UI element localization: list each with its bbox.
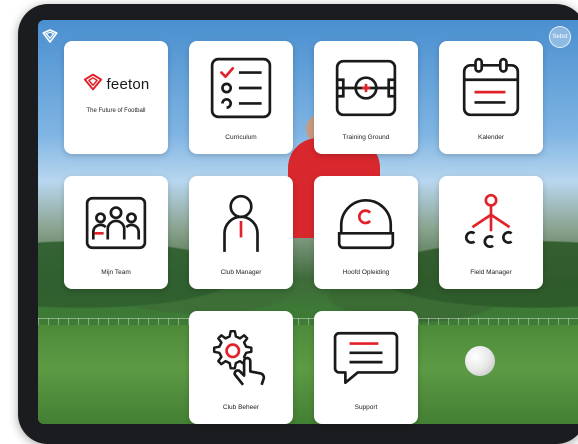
tile-mijn-team[interactable]: Mijn Team (64, 176, 168, 289)
hierarchy-icon (456, 188, 526, 258)
tile-label: Curriculum (225, 134, 257, 141)
tile-label: Support (354, 404, 378, 411)
tile-kalender[interactable]: Kalender (439, 41, 543, 154)
tile-field-manager[interactable]: Field Manager (439, 176, 543, 289)
training-ground-icon (331, 53, 401, 123)
tile-club-manager[interactable]: Club Manager (189, 176, 293, 289)
tile-label: Mijn Team (101, 269, 131, 276)
team-icon (81, 188, 151, 258)
brand-name: feeton (106, 76, 150, 93)
tile-label: Club Beheer (222, 404, 260, 411)
tile-label: Club Manager (220, 269, 262, 276)
chat-icon (331, 323, 401, 393)
feeton-logo-icon[interactable] (41, 27, 59, 45)
brand-tile: feeton The Future of Football (64, 41, 168, 154)
tile-label: Hoofd Opleiding (342, 269, 390, 276)
tile-label: Kalender (477, 134, 505, 141)
background-ball-icon (465, 346, 495, 376)
calendar-icon (456, 53, 526, 123)
user-avatar-badge[interactable]: Sebst (549, 26, 571, 48)
feeton-brand-icon (83, 73, 103, 96)
tile-label: Training Ground (342, 134, 390, 141)
tile-label: Field Manager (470, 269, 512, 276)
tile-hoofd-opleiding[interactable]: Hoofd Opleiding (314, 176, 418, 289)
tile-curriculum[interactable]: Curriculum (189, 41, 293, 154)
tile-support[interactable]: Support (314, 311, 418, 424)
tile-training-ground[interactable]: Training Ground (314, 41, 418, 154)
brand-tagline: The Future of Football (86, 108, 146, 114)
person-tie-icon (206, 188, 276, 258)
background-pitch (38, 325, 578, 424)
tile-club-beheer[interactable]: Club Beheer (189, 311, 293, 424)
gear-touch-icon (206, 323, 276, 393)
checklist-icon (206, 53, 276, 123)
cap-icon (331, 188, 401, 258)
